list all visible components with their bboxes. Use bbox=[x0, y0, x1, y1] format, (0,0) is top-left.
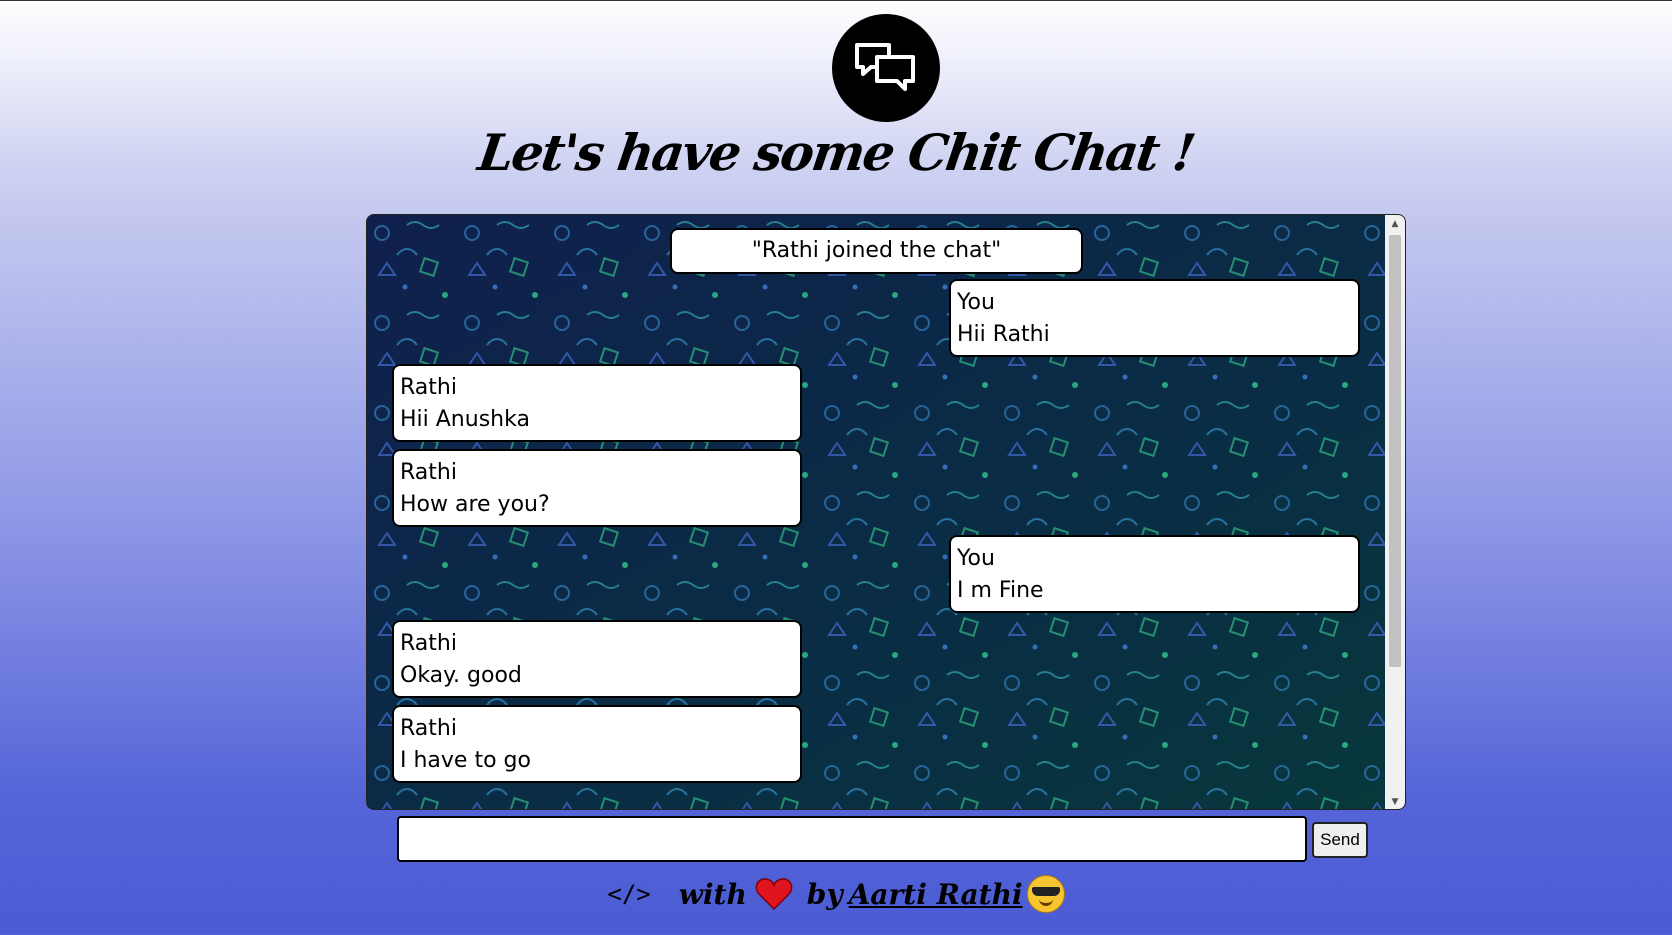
code-symbol: </> bbox=[607, 880, 651, 908]
sunglasses-emoji-icon bbox=[1026, 875, 1065, 913]
chat-window[interactable]: "Rathi joined the chat" You Hii Rathi Ra… bbox=[366, 214, 1406, 810]
message-text: I have to go bbox=[400, 748, 531, 773]
message-bubble-incoming: Rathi Okay. good bbox=[392, 620, 802, 698]
footer: </> with by Aarti Rathi bbox=[0, 869, 1672, 919]
footer-by-text: by bbox=[806, 877, 843, 911]
scroll-down-arrow-icon[interactable]: ▼ bbox=[1385, 793, 1405, 809]
send-button[interactable]: Send bbox=[1312, 822, 1368, 858]
message-bubble-incoming: Rathi I have to go bbox=[392, 705, 802, 783]
heart-icon bbox=[755, 878, 793, 911]
message-bubble-outgoing: You Hii Rathi bbox=[949, 279, 1360, 357]
message-sender: Rathi bbox=[400, 375, 457, 400]
page-title: Let's have some Chit Chat ! bbox=[474, 123, 1198, 182]
message-text: Hii Anushka bbox=[400, 407, 530, 432]
message-bubble-incoming: Rathi Hii Anushka bbox=[392, 364, 802, 442]
message-text: Okay. good bbox=[400, 663, 522, 688]
chat-bubbles-icon bbox=[855, 43, 915, 91]
message-sender: Rathi bbox=[400, 631, 457, 656]
scroll-up-arrow-icon[interactable]: ▲ bbox=[1385, 215, 1405, 233]
chat-scrollbar[interactable]: ▲ ▼ bbox=[1385, 215, 1405, 809]
message-bubble-incoming: Rathi How are you? bbox=[392, 449, 802, 527]
message-input[interactable] bbox=[397, 816, 1307, 862]
join-notice: "Rathi joined the chat" bbox=[670, 228, 1083, 274]
message-bubble-outgoing: You I m Fine bbox=[949, 535, 1360, 613]
message-sender: You bbox=[957, 546, 995, 571]
chat-logo bbox=[832, 14, 940, 122]
author-name: Aarti Rathi bbox=[848, 877, 1023, 911]
scroll-thumb[interactable] bbox=[1389, 235, 1401, 667]
message-text: Hii Rathi bbox=[957, 322, 1050, 347]
message-sender: Rathi bbox=[400, 716, 457, 741]
message-sender: You bbox=[957, 290, 995, 315]
message-sender: Rathi bbox=[400, 460, 457, 485]
message-text: How are you? bbox=[400, 492, 550, 517]
footer-with-text: with bbox=[678, 877, 747, 911]
message-text: I m Fine bbox=[957, 578, 1044, 603]
